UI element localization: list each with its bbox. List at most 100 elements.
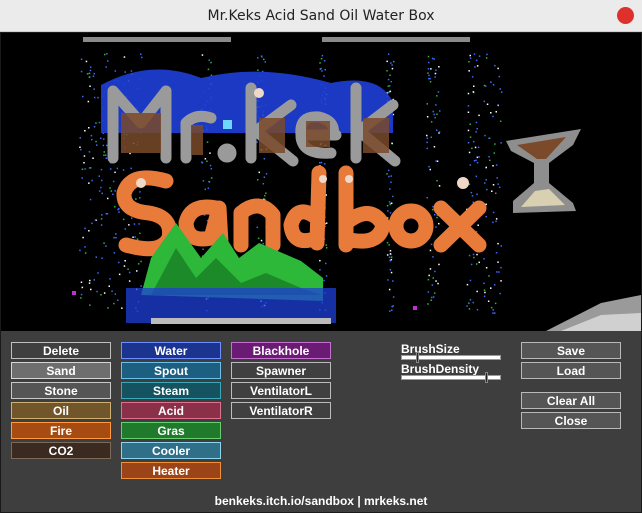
particle bbox=[101, 179, 103, 182]
particle bbox=[112, 193, 114, 195]
particle bbox=[476, 309, 479, 311]
particle bbox=[490, 306, 493, 309]
tool-button-delete[interactable]: Delete bbox=[11, 342, 111, 359]
particle bbox=[476, 161, 479, 164]
particle bbox=[81, 286, 84, 289]
particle bbox=[206, 141, 209, 143]
tool-button-gras[interactable]: Gras bbox=[121, 422, 221, 439]
particle bbox=[471, 195, 474, 197]
particle bbox=[471, 76, 474, 78]
brush-size-slider[interactable] bbox=[401, 352, 501, 363]
particle bbox=[468, 61, 470, 63]
particle bbox=[438, 66, 440, 68]
particle bbox=[114, 70, 117, 72]
particle bbox=[498, 186, 501, 189]
particle bbox=[260, 55, 263, 57]
particle bbox=[88, 167, 91, 169]
particle bbox=[140, 260, 142, 263]
clear-all-button[interactable]: Clear All bbox=[521, 392, 621, 409]
particle bbox=[492, 115, 494, 118]
tool-button-water[interactable]: Water bbox=[121, 342, 221, 359]
tool-button-acid[interactable]: Acid bbox=[121, 402, 221, 419]
brush-density-slider[interactable] bbox=[401, 372, 501, 383]
close-button[interactable]: Close bbox=[521, 412, 621, 429]
particle bbox=[486, 103, 489, 105]
particle bbox=[431, 284, 434, 286]
tool-button-blackhole[interactable]: Blackhole bbox=[231, 342, 331, 359]
particle bbox=[493, 152, 495, 154]
particle bbox=[429, 249, 432, 252]
particle bbox=[80, 297, 82, 299]
particle bbox=[426, 197, 428, 199]
water-droplet bbox=[223, 120, 232, 129]
particle bbox=[390, 256, 393, 258]
particle bbox=[497, 261, 499, 263]
particle bbox=[500, 245, 502, 247]
particle bbox=[430, 243, 433, 246]
particle bbox=[89, 279, 91, 282]
particle bbox=[492, 221, 494, 224]
particle bbox=[319, 162, 321, 164]
particle bbox=[257, 237, 260, 240]
particle bbox=[495, 164, 498, 166]
particle bbox=[391, 142, 393, 145]
particle bbox=[388, 201, 391, 203]
tool-button-stone[interactable]: Stone bbox=[11, 382, 111, 399]
tool-button-ventilatorr[interactable]: VentilatorR bbox=[231, 402, 331, 419]
particle bbox=[476, 253, 478, 256]
particle bbox=[136, 270, 138, 272]
particle bbox=[475, 121, 478, 124]
particle bbox=[427, 72, 429, 74]
particle bbox=[475, 59, 478, 62]
particle bbox=[469, 136, 472, 138]
tool-button-ventilatorl[interactable]: VentilatorL bbox=[231, 382, 331, 399]
particle bbox=[429, 268, 432, 270]
particle bbox=[494, 302, 497, 305]
particle bbox=[466, 283, 469, 286]
tool-button-fire[interactable]: Fire bbox=[11, 422, 111, 439]
particle bbox=[389, 253, 392, 255]
tool-button-steam[interactable]: Steam bbox=[121, 382, 221, 399]
tool-button-spout[interactable]: Spout bbox=[121, 362, 221, 379]
particle bbox=[467, 92, 470, 95]
particle bbox=[426, 141, 428, 144]
particle bbox=[494, 143, 496, 145]
particle bbox=[435, 69, 437, 71]
brush-density-handle[interactable] bbox=[485, 372, 488, 383]
tool-button-co2[interactable]: CO2 bbox=[11, 442, 111, 459]
particle bbox=[319, 269, 321, 271]
particle bbox=[433, 214, 436, 216]
particle bbox=[138, 223, 140, 225]
particle bbox=[500, 142, 502, 144]
tool-button-oil[interactable]: Oil bbox=[11, 402, 111, 419]
particle bbox=[79, 137, 81, 139]
particle bbox=[386, 241, 389, 244]
particle bbox=[94, 219, 97, 221]
particle bbox=[429, 77, 431, 80]
particle bbox=[121, 307, 123, 309]
particle bbox=[91, 179, 93, 182]
particle bbox=[390, 80, 392, 83]
particle bbox=[475, 175, 478, 178]
tool-button-cooler[interactable]: Cooler bbox=[121, 442, 221, 459]
particle bbox=[105, 157, 107, 159]
particle bbox=[323, 163, 326, 165]
particle bbox=[258, 171, 260, 174]
load-button[interactable]: Load bbox=[521, 362, 621, 379]
particle bbox=[483, 282, 485, 285]
close-window-icon[interactable] bbox=[617, 7, 634, 24]
tool-button-sand[interactable]: Sand bbox=[11, 362, 111, 379]
particle bbox=[201, 161, 203, 163]
particle bbox=[107, 307, 109, 309]
sandbox-canvas[interactable] bbox=[1, 33, 641, 331]
footer-links[interactable]: benkeks.itch.io/sandbox | mrkeks.net bbox=[1, 494, 641, 508]
particle bbox=[260, 239, 263, 242]
tool-button-heater[interactable]: Heater bbox=[121, 462, 221, 479]
particle bbox=[319, 259, 321, 262]
particle bbox=[202, 248, 204, 250]
particle bbox=[487, 300, 490, 302]
particle bbox=[130, 70, 133, 72]
save-button[interactable]: Save bbox=[521, 342, 621, 359]
particle bbox=[485, 166, 487, 169]
tool-button-spawner[interactable]: Spawner bbox=[231, 362, 331, 379]
